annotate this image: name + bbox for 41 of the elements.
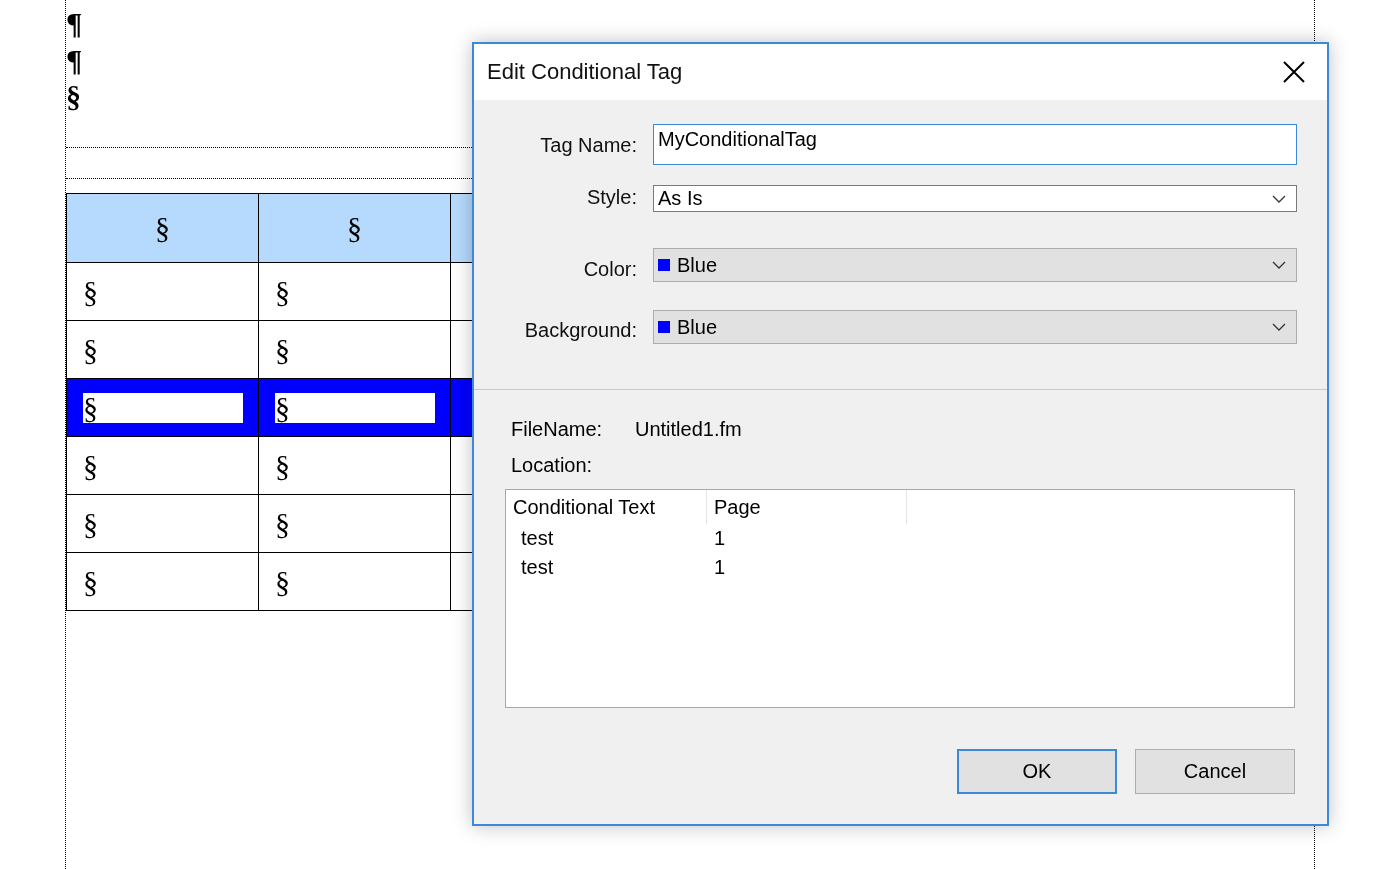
table-cell-text: §	[275, 450, 291, 481]
style-dropdown[interactable]: As Is	[653, 185, 1297, 212]
table-cell-text: §	[275, 334, 291, 365]
table-header-cell: §	[66, 193, 259, 263]
color-dropdown[interactable]: Blue	[653, 310, 1297, 344]
close-icon[interactable]	[1283, 61, 1305, 83]
field-label: Color:	[582, 257, 637, 281]
paragraph-mark: ¶	[66, 42, 82, 78]
window-title: Edit Conditional Tag	[487, 59, 683, 85]
table-header-cell: §	[258, 193, 451, 263]
column-header[interactable]: Conditional Text	[506, 490, 707, 524]
table-cell-text: §	[275, 566, 291, 597]
field-label: Tag Name:	[539, 133, 637, 157]
list-cell[interactable]: 1	[707, 527, 907, 550]
table-cell-text: §	[83, 508, 99, 539]
table-cell-text: §	[83, 450, 99, 481]
location-label: Location:	[510, 454, 594, 477]
table-cell: §	[275, 392, 435, 423]
table-cell-text: §	[83, 566, 99, 597]
list-cell[interactable]: 1	[707, 556, 907, 579]
cancel-button[interactable]: Cancel	[1135, 749, 1295, 794]
field-label: Background:	[523, 318, 637, 342]
table-cell-text: §	[275, 508, 291, 539]
paragraph-mark: ¶	[66, 5, 82, 41]
paragraph-mark: §	[66, 79, 82, 115]
table-cell-text: §	[275, 276, 291, 307]
field-label: Style:	[585, 184, 637, 209]
chevron-down-icon	[1272, 261, 1286, 269]
tag-name-field[interactable]: MyConditionalTag	[653, 124, 1297, 165]
table-cell: §	[83, 392, 243, 423]
color-dropdown[interactable]: Blue	[653, 248, 1297, 282]
list-cell[interactable]: test	[506, 527, 707, 550]
table-cell-text: §	[83, 276, 99, 307]
table-cell-text: §	[83, 334, 99, 365]
file-name-value: Untitled1.fm	[635, 418, 742, 441]
chevron-down-icon	[1272, 323, 1286, 331]
ok-button[interactable]: OK	[957, 749, 1117, 794]
list-cell[interactable]: test	[506, 556, 707, 579]
column-header[interactable]: Page	[707, 490, 907, 524]
file-name-label: FileName:	[511, 418, 604, 441]
chevron-down-icon	[1272, 194, 1286, 203]
